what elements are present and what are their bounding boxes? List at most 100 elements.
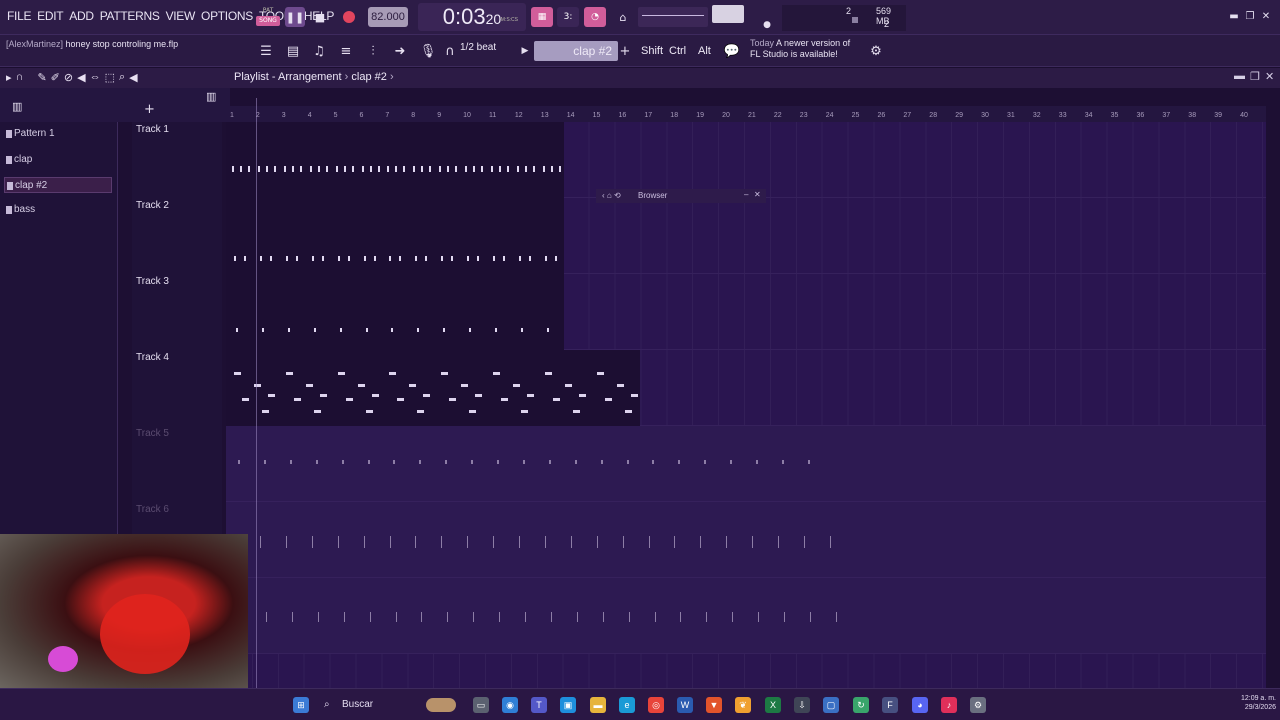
piano-roll-button[interactable]: ♫ xyxy=(309,41,329,61)
taskbar-clock[interactable]: 12:09 a. m. 29/3/2026 xyxy=(1222,694,1276,712)
arrangement-grid[interactable] xyxy=(226,122,1266,688)
explorer-button[interactable]: ▬ xyxy=(590,697,606,713)
channel-rack-button[interactable]: ▤ xyxy=(283,41,303,61)
chrome-button[interactable]: ◎ xyxy=(648,697,664,713)
task-view-button[interactable]: ▭ xyxy=(473,697,489,713)
update-button[interactable]: ⚙ xyxy=(866,41,886,61)
slip-icon[interactable]: ⇔ xyxy=(90,71,101,84)
word-button[interactable]: W xyxy=(677,697,693,713)
stop-button[interactable]: ■ xyxy=(310,7,330,27)
mixer-button[interactable]: ≡ xyxy=(336,41,356,61)
fl-studio-button[interactable]: ❦ xyxy=(735,697,751,713)
discord-button[interactable]: ◕ xyxy=(912,697,928,713)
pattern-step-button[interactable]: ▦ xyxy=(531,7,553,27)
picker-clap[interactable]: clap xyxy=(4,152,112,168)
playlist-minimize-icon[interactable]: ▬ xyxy=(1234,70,1245,82)
news-panel[interactable]: Today A newer version of FL Studio is av… xyxy=(750,38,870,64)
app-window-button[interactable]: ▢ xyxy=(823,697,839,713)
track-lane-4[interactable] xyxy=(226,350,1266,426)
pattern-prev-button[interactable]: ▶ xyxy=(518,41,532,61)
playback-icon[interactable]: ◀ xyxy=(129,71,137,84)
playhead-marker[interactable] xyxy=(256,98,257,688)
ctrl-toggle[interactable]: Ctrl xyxy=(669,41,686,61)
snap-selector[interactable]: 1/2 beat xyxy=(460,42,514,58)
track-3-label[interactable]: Track 3 xyxy=(136,276,169,287)
track-lane-7[interactable] xyxy=(226,578,1266,654)
shift-toggle[interactable]: Shift xyxy=(641,41,663,61)
zoom-icon[interactable]: ⌕ xyxy=(119,71,125,84)
teams-button[interactable]: T xyxy=(531,697,547,713)
tempo-display[interactable]: 82.000 xyxy=(368,7,408,27)
browser-minimize-icon[interactable]: – xyxy=(744,190,748,199)
track-4-label[interactable]: Track 4 xyxy=(136,352,169,363)
picker-bass[interactable]: bass xyxy=(4,202,112,218)
pattern-clip-icon[interactable]: ▥ xyxy=(206,90,216,103)
track-lane-5[interactable] xyxy=(226,426,1266,502)
browser-close-icon[interactable]: ✕ xyxy=(754,190,761,199)
settings-button[interactable]: ⚙ xyxy=(970,697,986,713)
track-2-label[interactable]: Track 2 xyxy=(136,200,169,211)
playlist-close-icon[interactable]: ✕ xyxy=(1265,70,1274,83)
picker-clap-2[interactable]: clap #2 xyxy=(4,177,112,193)
master-volume-slider[interactable] xyxy=(712,5,744,23)
delete-icon[interactable]: ⊘ xyxy=(64,71,73,84)
app-green-button[interactable]: ↻ xyxy=(853,697,869,713)
track-6-label[interactable]: Track 6 xyxy=(136,504,169,515)
track-lane-3[interactable] xyxy=(226,274,1266,350)
copilot-button[interactable]: ◉ xyxy=(502,697,518,713)
browser-panel[interactable]: ‹ ⌂ ⟲ Browser – ✕ xyxy=(596,189,766,203)
piano-icon[interactable]: ▥ xyxy=(12,100,22,113)
taskbar-search[interactable]: ⌕ Buscar xyxy=(320,695,470,715)
pat-song-toggle[interactable]: PAT SONG xyxy=(256,6,280,30)
add-track-icon[interactable]: + xyxy=(144,102,155,117)
browser-nav-icon[interactable]: ‹ ⌂ ⟲ xyxy=(602,191,621,200)
start-button[interactable]: ⊞ xyxy=(293,697,309,713)
store-button[interactable]: ▣ xyxy=(560,697,576,713)
record-button[interactable] xyxy=(339,7,359,27)
magnet-icon[interactable]: ∩ xyxy=(16,71,24,84)
menu-view[interactable]: VIEW xyxy=(163,9,198,23)
brush-icon[interactable]: ✐ xyxy=(51,71,60,84)
menu-add[interactable]: ADD xyxy=(66,9,96,23)
close-button[interactable]: ✕ xyxy=(1260,12,1272,22)
time-display[interactable]: 0:0320 M:S:CS xyxy=(418,3,526,31)
add-pattern-button[interactable]: + xyxy=(618,41,632,61)
excel-button[interactable]: X xyxy=(765,697,781,713)
pencil-icon[interactable]: ✎ xyxy=(37,71,46,84)
playlist-maximize-icon[interactable]: ❐ xyxy=(1250,70,1260,83)
menu-patterns[interactable]: PATTERNS xyxy=(97,9,163,23)
track-lane-6[interactable] xyxy=(226,502,1266,578)
master-pitch-knob[interactable]: ● xyxy=(760,18,774,32)
track-lane-1[interactable] xyxy=(226,122,1266,198)
tiktok-button[interactable]: ♪ xyxy=(941,697,957,713)
mute-icon[interactable]: ◀ xyxy=(77,71,85,84)
menu-edit[interactable]: EDIT xyxy=(34,9,66,23)
magnet-snap-button[interactable]: ∩ xyxy=(442,41,458,61)
pause-button[interactable]: ❚❚ xyxy=(285,7,305,27)
typing-keyboard-button[interactable]: ⌂ xyxy=(613,7,633,27)
audio-input-button[interactable]: 🎙 xyxy=(418,41,438,61)
playlist-view-button[interactable]: ☰ xyxy=(256,41,276,61)
downloads-button[interactable]: ⇩ xyxy=(794,697,810,713)
menu-options[interactable]: OPTIONS xyxy=(198,9,256,23)
picker-pattern-1[interactable]: Pattern 1 xyxy=(4,126,112,142)
select-icon[interactable]: ⬚ xyxy=(105,71,115,84)
edge-button[interactable]: e xyxy=(619,697,635,713)
timeline-ruler[interactable]: 1 2 3 4 5 6 7 8 9 10 11 12 13 14 15 16 17 18 19 20 21 22 23 24 2… xyxy=(226,106,1266,122)
brave-button[interactable]: ▼ xyxy=(706,697,722,713)
metronome-button[interactable]: ◔ xyxy=(584,7,606,27)
news-button[interactable]: 💬 xyxy=(722,41,742,61)
pattern-selector[interactable]: clap #2 xyxy=(534,41,618,61)
countdown-button[interactable]: 3: xyxy=(557,7,579,27)
play-arrow-icon[interactable]: ▸ xyxy=(6,71,12,84)
minimize-button[interactable]: ▬ xyxy=(1228,12,1240,22)
track-lane-2[interactable] xyxy=(226,198,1266,274)
restore-button[interactable]: ❐ xyxy=(1244,12,1256,22)
browser-button[interactable]: ⫶ xyxy=(363,41,383,61)
track-5-label[interactable]: Track 5 xyxy=(136,428,169,439)
track-1-label[interactable]: Track 1 xyxy=(136,124,169,135)
menu-file[interactable]: FILE xyxy=(4,9,34,23)
plugin-picker-button[interactable]: ➜ xyxy=(390,41,410,61)
fox-app-button[interactable]: F xyxy=(882,697,898,713)
alt-toggle[interactable]: Alt xyxy=(698,41,711,61)
